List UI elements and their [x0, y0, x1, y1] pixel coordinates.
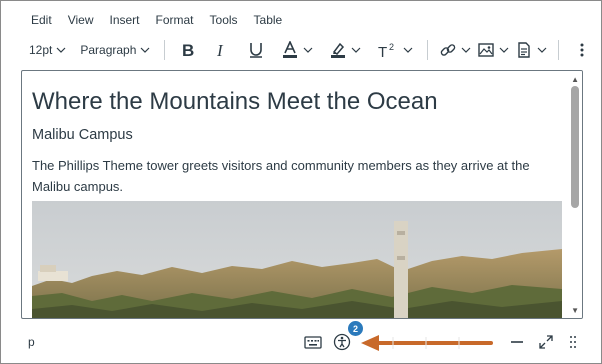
- font-size-value: 12pt: [29, 43, 53, 57]
- toolbar-divider: [427, 40, 429, 60]
- content-subheading: Malibu Campus: [32, 127, 133, 143]
- editor-body: Where the Mountains Meet the Ocean Malib…: [32, 87, 562, 197]
- block-format-dropdown[interactable]: Paragraph: [74, 37, 156, 63]
- font-size-dropdown[interactable]: 12pt: [23, 37, 72, 63]
- menu-edit[interactable]: Edit: [23, 12, 60, 28]
- drag-handle-icon: [570, 336, 576, 348]
- expand-icon: [539, 335, 553, 349]
- superscript-icon: T2: [377, 41, 399, 59]
- italic-button[interactable]: I: [207, 37, 237, 63]
- editor-content-area[interactable]: Where the Mountains Meet the Ocean Malib…: [21, 70, 583, 319]
- document-button[interactable]: [512, 37, 550, 63]
- image-button[interactable]: [474, 37, 512, 63]
- svg-text:T: T: [378, 44, 387, 59]
- scroll-down-icon[interactable]: ▼: [571, 306, 579, 315]
- chevron-down-icon: [303, 45, 313, 55]
- italic-icon: I: [213, 41, 231, 59]
- minimize-button[interactable]: [507, 332, 527, 352]
- campus-photo: [32, 201, 562, 318]
- bold-icon: B: [179, 41, 197, 59]
- document-icon: [515, 41, 533, 59]
- underline-icon: [247, 41, 265, 59]
- status-bar: p 2: [21, 321, 583, 357]
- chevron-down-icon: [461, 45, 471, 55]
- block-format-value: Paragraph: [80, 43, 137, 57]
- menu-table[interactable]: Table: [246, 12, 291, 28]
- image-icon: [477, 41, 495, 59]
- link-icon: [439, 41, 457, 59]
- svg-text:2: 2: [389, 42, 394, 52]
- scroll-thumb[interactable]: [571, 86, 579, 208]
- link-button[interactable]: [436, 37, 474, 63]
- content-heading: Where the Mountains Meet the Ocean: [32, 88, 438, 115]
- minus-icon: [511, 341, 523, 343]
- chevron-down-icon: [403, 45, 413, 55]
- scroll-up-icon[interactable]: ▲: [571, 75, 579, 84]
- chevron-down-icon: [56, 45, 66, 55]
- toolbar-divider: [558, 40, 560, 60]
- editor-scrollbar[interactable]: ▲ ▼: [568, 71, 582, 318]
- chevron-down-icon: [499, 45, 509, 55]
- chevron-down-icon: [140, 45, 150, 55]
- highlight-color-button[interactable]: [323, 37, 367, 63]
- svg-text:B: B: [182, 41, 194, 59]
- text-color-button[interactable]: [275, 37, 319, 63]
- menu-view[interactable]: View: [60, 12, 102, 28]
- chevron-down-icon: [537, 45, 547, 55]
- rich-content-editor: Edit View Insert Format Tools Table 12pt…: [0, 0, 602, 364]
- menu-insert[interactable]: Insert: [101, 12, 147, 28]
- content-paragraph: The Phillips Theme tower greets visitors…: [32, 158, 530, 194]
- menu-format[interactable]: Format: [148, 12, 202, 28]
- fullscreen-button[interactable]: [536, 332, 556, 352]
- more-icon: [573, 41, 591, 59]
- chevron-down-icon: [351, 45, 361, 55]
- superscript-button[interactable]: T2: [371, 37, 419, 63]
- underline-button[interactable]: [241, 37, 271, 63]
- resize-handle[interactable]: [563, 332, 583, 352]
- menubar: Edit View Insert Format Tools Table: [23, 12, 290, 28]
- menu-tools[interactable]: Tools: [202, 12, 246, 28]
- highlight-color-icon: [329, 41, 347, 59]
- svg-text:I: I: [216, 41, 224, 59]
- callout-arrow: [361, 335, 493, 351]
- toolbar-divider: [164, 40, 166, 60]
- text-color-icon: [281, 41, 299, 59]
- bold-button[interactable]: B: [173, 37, 203, 63]
- more-options-button[interactable]: [567, 37, 597, 63]
- toolbar: 12pt Paragraph B I T 2: [23, 37, 597, 63]
